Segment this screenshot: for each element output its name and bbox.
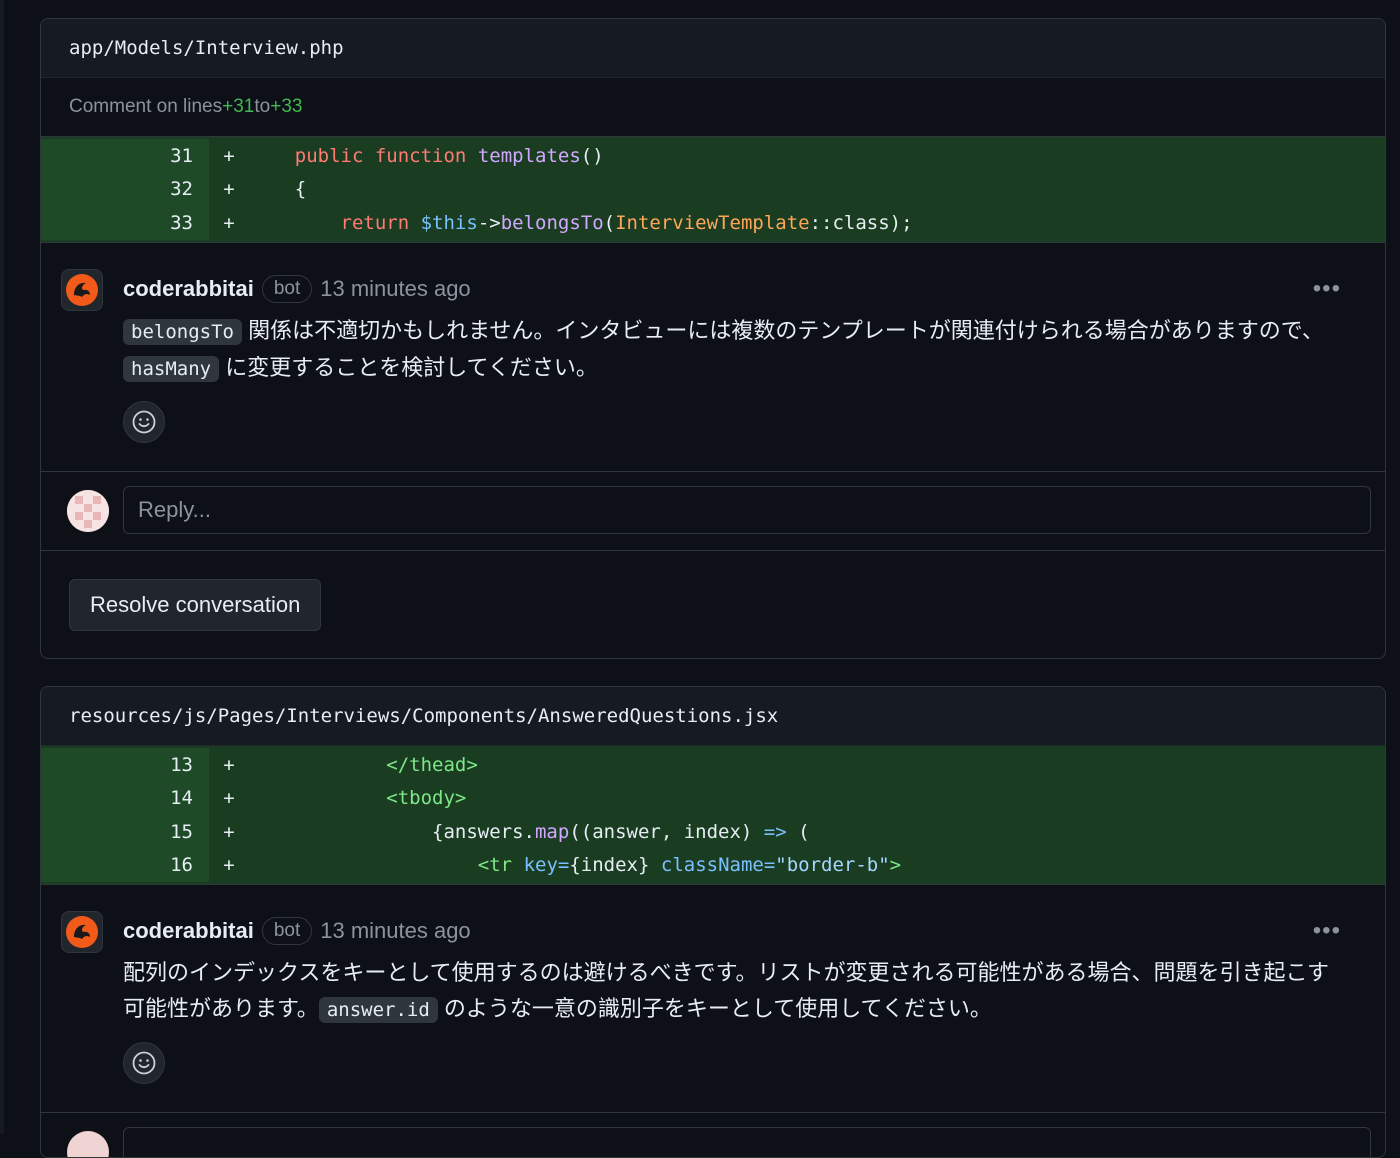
review-comment: coderabbitai bot 13 minutes ago ••• belo…: [41, 243, 1385, 443]
diff-line: 32 + {: [41, 172, 1385, 206]
line-number[interactable]: 33: [41, 206, 209, 240]
resolve-conversation-button[interactable]: Resolve conversation: [69, 578, 322, 631]
code-content: public function templates(): [294, 144, 604, 167]
author-name[interactable]: coderabbitai: [123, 918, 254, 944]
diff-line: 15 + {answers.map((answer, index) => (: [41, 815, 1385, 849]
inline-code: hasMany: [123, 355, 220, 382]
kebab-icon[interactable]: •••: [1313, 269, 1341, 309]
line-number[interactable]: 14: [41, 781, 209, 815]
file-path[interactable]: resources/js/Pages/Interviews/Components…: [69, 705, 778, 727]
timestamp[interactable]: 13 minutes ago: [320, 276, 470, 302]
diff-sign: +: [223, 787, 235, 810]
diff-sign: +: [223, 753, 235, 776]
review-comment: coderabbitai bot 13 minutes ago ••• 配列のイ…: [41, 885, 1385, 1084]
comment-body: 配列のインデックスをキーとして使用するのは避けるべきです。リストが変更される可能…: [123, 960, 1330, 1023]
code-content: return $this->belongsTo(InterviewTemplat…: [340, 211, 913, 234]
code-content: <tbody>: [386, 787, 467, 810]
rabbit-logo-icon[interactable]: [61, 911, 103, 953]
diff-sign: +: [223, 854, 235, 877]
review-thread: app/Models/Interview.php Comment on line…: [40, 18, 1386, 659]
reply-area: Reply...: [41, 470, 1385, 551]
diff-hunk: 13 + </thead> 14 + <tbody> 15 + {answers…: [41, 746, 1385, 885]
inline-code: belongsTo: [123, 318, 242, 345]
bot-badge: bot: [261, 917, 313, 945]
left-edge: [0, 0, 4, 1134]
line-number[interactable]: 31: [41, 139, 209, 173]
file-path-header[interactable]: app/Models/Interview.php: [41, 19, 1385, 78]
comment-header: coderabbitai bot 13 minutes ago: [123, 911, 1365, 951]
diff-sign: +: [223, 211, 235, 234]
comment-lines-label: Comment on lines +31 to +33: [41, 78, 1385, 137]
file-path-header[interactable]: resources/js/Pages/Interviews/Components…: [41, 687, 1385, 746]
file-path[interactable]: app/Models/Interview.php: [69, 37, 344, 59]
comment-header: coderabbitai bot 13 minutes ago: [123, 269, 1365, 309]
resolve-wrap: Resolve conversation: [41, 551, 1385, 631]
identicon-avatar[interactable]: [67, 489, 109, 532]
diff-line: 33 + return $this->belongsTo(InterviewTe…: [41, 206, 1385, 240]
smiley-icon[interactable]: [123, 1042, 165, 1084]
author-name[interactable]: coderabbitai: [123, 276, 254, 302]
reply-input[interactable]: Reply...: [123, 485, 1371, 534]
code-content: </thead>: [386, 753, 478, 776]
bot-badge: bot: [261, 274, 313, 303]
line-number[interactable]: 16: [41, 848, 209, 882]
diff-sign: +: [223, 178, 235, 201]
diff-line: 14 + <tbody>: [41, 781, 1385, 815]
diff-sign: +: [223, 144, 235, 167]
timestamp[interactable]: 13 minutes ago: [320, 918, 470, 944]
diff-line: 31 + public function templates(): [41, 139, 1385, 173]
review-thread: resources/js/Pages/Interviews/Components…: [40, 686, 1386, 1158]
line-number[interactable]: 32: [41, 172, 209, 206]
code-content: {: [294, 178, 307, 201]
diff-sign: +: [223, 820, 235, 843]
rabbit-logo-icon[interactable]: [61, 268, 103, 311]
line-number[interactable]: 15: [41, 815, 209, 849]
code-content: <tr key={index} className="border-b">: [477, 854, 902, 877]
reply-area: [41, 1112, 1385, 1157]
kebab-icon[interactable]: •••: [1313, 911, 1341, 951]
inline-code: answer.id: [318, 997, 438, 1023]
smiley-icon[interactable]: [123, 400, 165, 443]
diff-line: 16 + <tr key={index} className="border-b…: [41, 848, 1385, 882]
diff-line: 13 + </thead>: [41, 748, 1385, 782]
comment-body: belongsTo 関係は不適切かもしれません。インタビューには複数のテンプレー…: [123, 313, 1365, 387]
reply-input[interactable]: [123, 1127, 1371, 1157]
line-number[interactable]: 13: [41, 748, 209, 782]
identicon-avatar[interactable]: [67, 1131, 109, 1157]
code-content: {answers.map((answer, index) => (: [432, 820, 810, 843]
diff-hunk: 31 + public function templates() 32 + { …: [41, 137, 1385, 243]
